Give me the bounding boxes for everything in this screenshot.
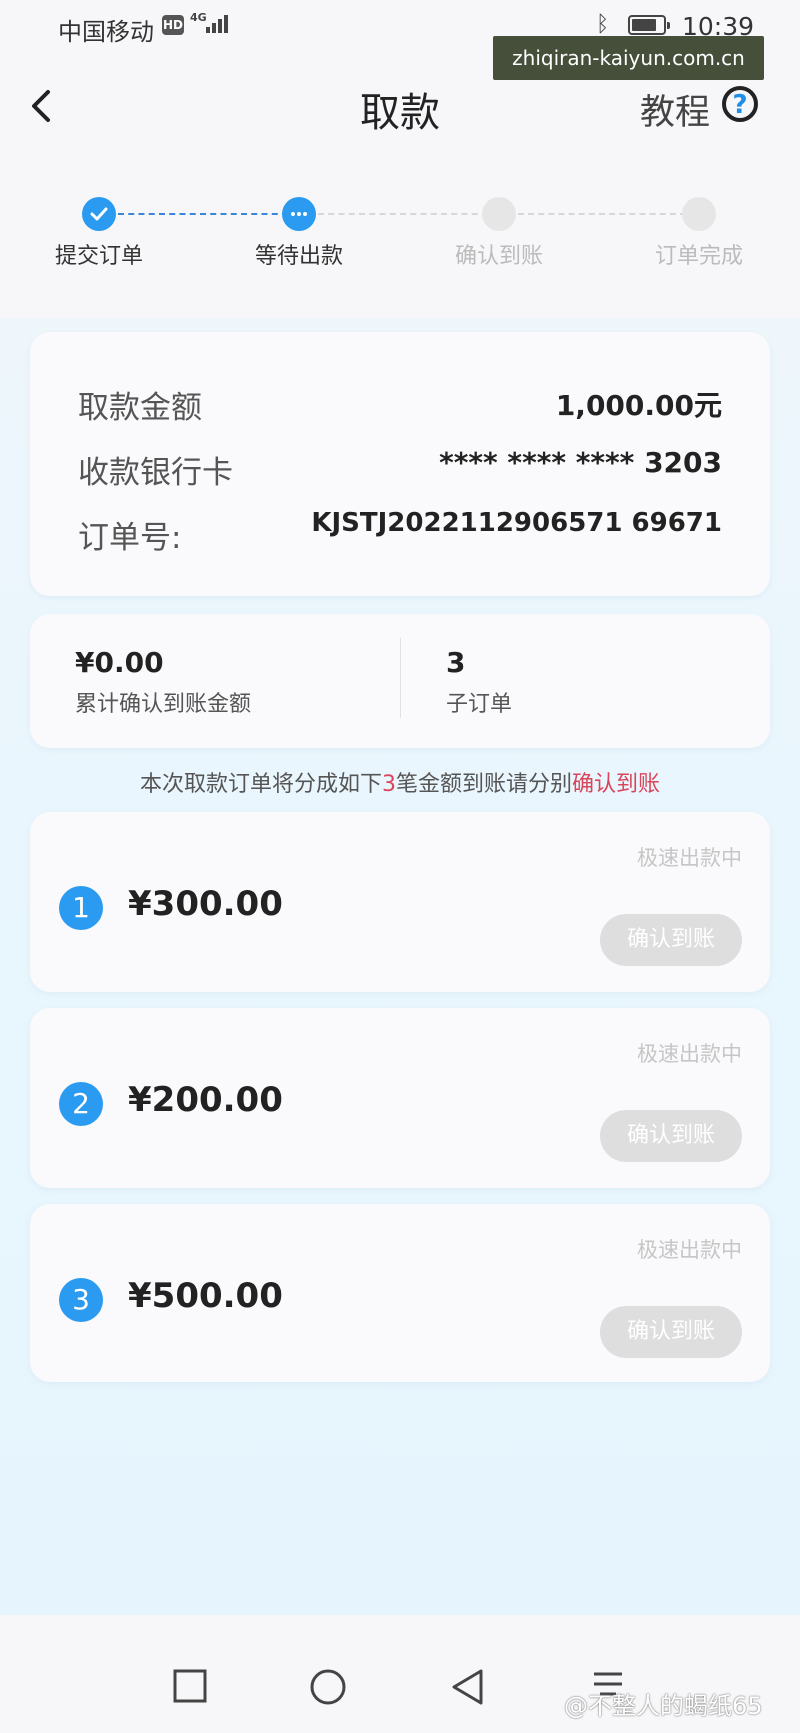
split-notice: 本次取款订单将分成如下3笔金额到账请分别确认到账	[0, 766, 800, 798]
step-connector-3	[518, 213, 686, 215]
battery-level	[632, 19, 656, 31]
amount-label: 取款金额	[78, 390, 202, 426]
order-amount: ¥200.00	[128, 1080, 283, 1120]
notice-action: 确认到账	[572, 772, 661, 797]
order-amount: ¥500.00	[128, 1276, 283, 1316]
bank-card-label: 收款银行卡	[78, 455, 233, 491]
help-circle-icon[interactable]: ?	[722, 86, 758, 122]
notice-prefix: 本次取款订单将分成如下	[139, 772, 382, 797]
confirm-receipt-button[interactable]: 确认到账	[600, 914, 742, 966]
hd-badge: HD	[162, 15, 184, 35]
sub-orders-count: 3	[446, 646, 466, 679]
order-index-badge: 3	[59, 1278, 103, 1322]
confirm-receipt-button[interactable]: 确认到账	[600, 1306, 742, 1358]
sub-order-card-2: 极速出款中 2 ¥200.00 确认到账	[30, 1008, 770, 1188]
footer-watermark: @不整人的蝎纸65	[564, 1692, 763, 1720]
carrier-name: 中国移动	[58, 18, 154, 46]
order-amount: ¥300.00	[128, 884, 283, 924]
network-type: 4G	[190, 11, 207, 24]
check-icon	[90, 207, 108, 221]
notice-middle: 笔金额到账请分别	[395, 772, 572, 797]
step-dot-confirm	[482, 197, 516, 231]
step-dot-submitted	[82, 197, 116, 231]
order-index-badge: 1	[59, 886, 103, 930]
triangle-back-icon[interactable]	[450, 1668, 486, 1706]
confirmed-amount: ¥0.00	[75, 646, 164, 679]
step-label-waiting: 等待出款	[254, 244, 343, 269]
step-label-submitted: 提交订单	[54, 244, 143, 269]
step-connector-1	[118, 213, 288, 215]
bank-card-value: **** **** **** 3203	[439, 446, 722, 479]
step-dot-waiting	[282, 197, 316, 231]
step-label-complete: 订单完成	[654, 244, 743, 269]
notice-count: 3	[381, 772, 396, 797]
step-dot-complete	[682, 197, 716, 231]
square-nav-icon[interactable]	[172, 1668, 208, 1704]
battery-icon	[628, 15, 670, 35]
step-connector-2	[318, 213, 488, 215]
confirmed-amount-label: 累计确认到账金额	[75, 692, 252, 717]
page-title: 取款	[360, 90, 440, 136]
circle-nav-icon[interactable]	[309, 1668, 347, 1706]
sub-orders-label: 子订单	[446, 692, 513, 717]
step-label-confirm: 确认到账	[454, 244, 543, 269]
sub-order-card-3: 极速出款中 3 ¥500.00 确认到账	[30, 1204, 770, 1382]
stats-divider	[400, 638, 401, 718]
order-status: 极速出款中	[637, 1042, 742, 1066]
back-button[interactable]	[24, 88, 60, 124]
url-watermark: zhiqiran-kaiyun.com.cn	[493, 36, 764, 80]
order-status: 极速出款中	[637, 1238, 742, 1262]
confirm-receipt-button[interactable]: 确认到账	[600, 1110, 742, 1162]
order-number-label: 订单号:	[78, 520, 182, 556]
order-index-badge: 2	[59, 1082, 103, 1126]
stats-card: ¥0.00 累计确认到账金额 3 子订单	[30, 614, 770, 748]
tutorial-link[interactable]: 教程	[640, 84, 710, 135]
order-status: 极速出款中	[637, 846, 742, 870]
bluetooth-icon: ᛒ	[596, 12, 610, 37]
amount-value: 1,000.00元	[555, 389, 722, 422]
more-dots-icon	[291, 212, 307, 216]
signal-icon	[206, 14, 230, 33]
back-chevron-icon	[32, 90, 50, 122]
withdrawal-info-card: 取款金额 1,000.00元 收款银行卡 **** **** **** 3203…	[30, 332, 770, 596]
order-number-value: KJSTJ2022112906571 69671	[311, 508, 722, 538]
sub-order-card-1: 极速出款中 1 ¥300.00 确认到账	[30, 812, 770, 992]
